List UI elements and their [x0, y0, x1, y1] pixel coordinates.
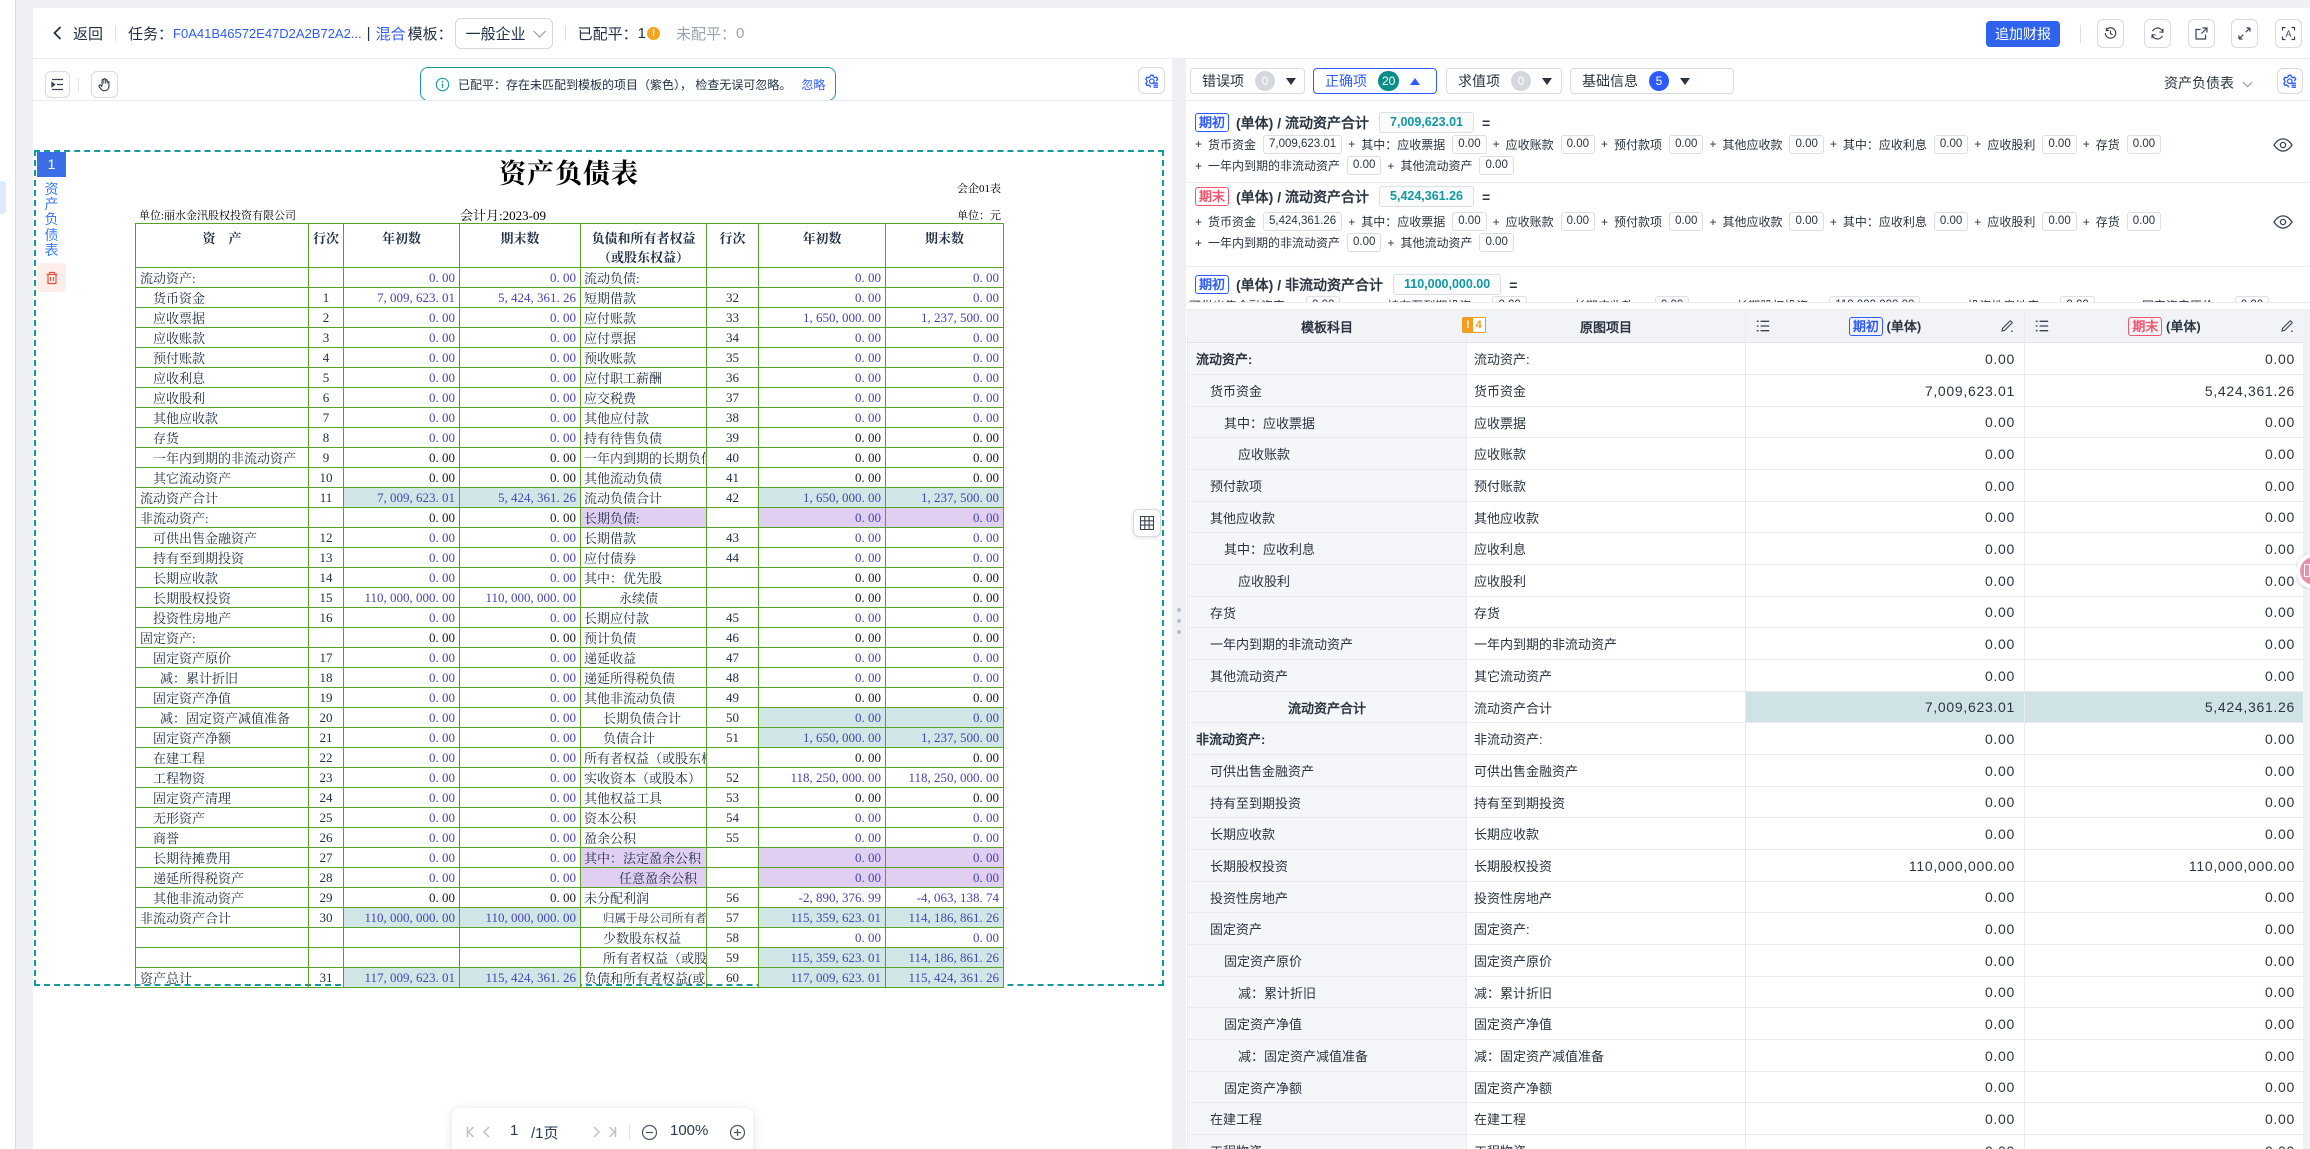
svg-text:A: A [2285, 29, 2291, 39]
